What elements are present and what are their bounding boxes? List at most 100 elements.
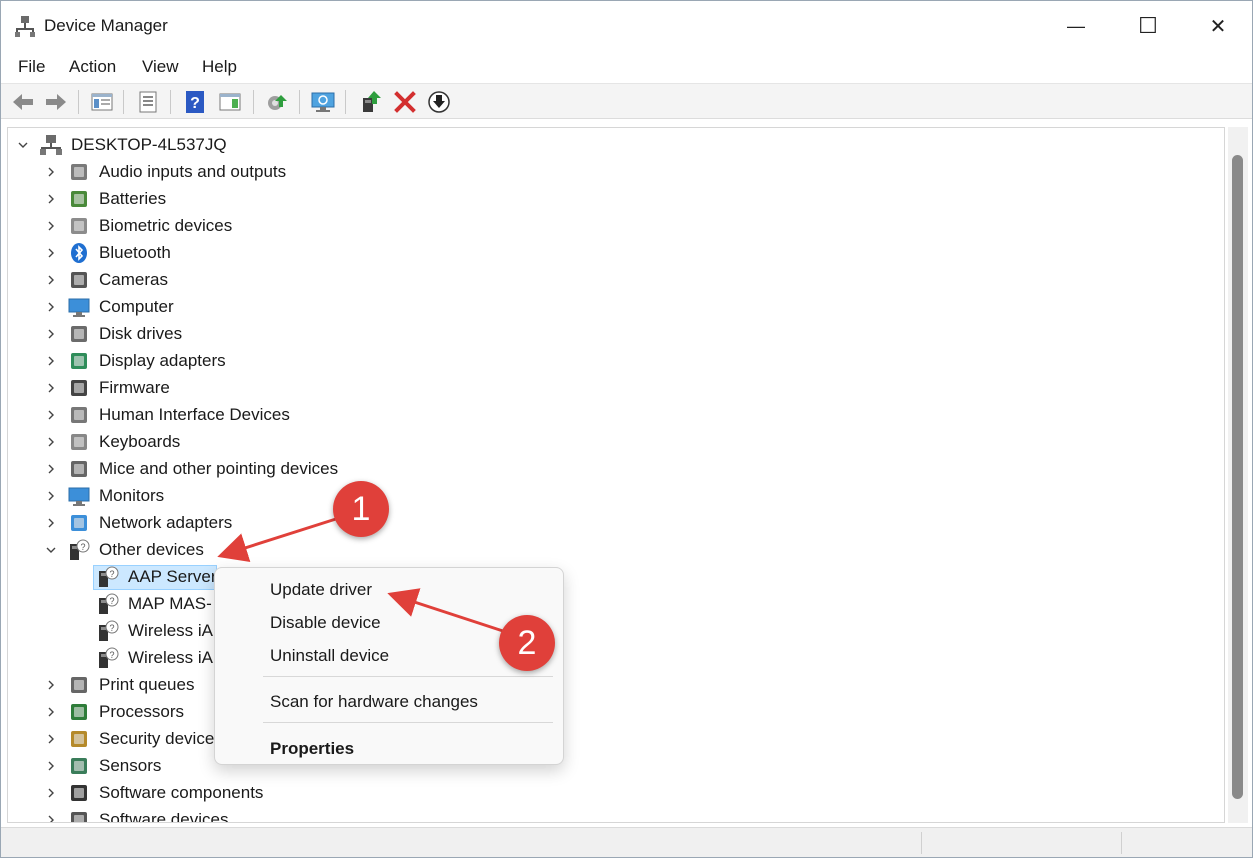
- tree-device[interactable]: ? AAP Server: [8, 564, 1208, 591]
- tree-category[interactable]: Biometric devices: [8, 213, 1208, 240]
- security-device-icon: [68, 728, 90, 750]
- tree-root[interactable]: DESKTOP-4L537JQ: [8, 132, 1208, 159]
- tree-category[interactable]: Batteries: [8, 186, 1208, 213]
- processor-icon: [68, 701, 90, 723]
- tree-category[interactable]: Software components: [8, 780, 1208, 807]
- tree-category[interactable]: Human Interface Devices: [8, 402, 1208, 429]
- disable-device-icon: [428, 91, 450, 113]
- chevron-down-icon[interactable]: [44, 543, 58, 557]
- close-button[interactable]: ✕: [1183, 1, 1253, 51]
- chevron-right-icon[interactable]: [44, 813, 58, 822]
- tree-item-label: MAP MAS-: [128, 594, 212, 613]
- chevron-right-icon[interactable]: [44, 462, 58, 476]
- menu-file[interactable]: File: [18, 57, 45, 77]
- ctx-scan-hardware[interactable]: Scan for hardware changes: [270, 692, 478, 712]
- chevron-right-icon[interactable]: [44, 516, 58, 530]
- maximize-button[interactable]: ☐: [1113, 1, 1183, 51]
- chevron-right-icon[interactable]: [44, 354, 58, 368]
- ctx-separator: [263, 676, 553, 677]
- tree-item-label: Batteries: [99, 189, 167, 208]
- svg-text:?: ?: [109, 596, 114, 606]
- tree-category[interactable]: Security device: [8, 726, 1208, 753]
- chevron-right-icon[interactable]: [44, 381, 58, 395]
- enable-device-icon: [363, 91, 381, 112]
- show-hide-console-tree-icon: [91, 93, 113, 111]
- properties-button[interactable]: [135, 89, 161, 115]
- tree-item-label: Bluetooth: [99, 243, 171, 262]
- ctx-properties[interactable]: Properties: [270, 739, 354, 759]
- show-hide-tree-button[interactable]: [89, 89, 115, 115]
- chevron-right-icon[interactable]: [44, 489, 58, 503]
- device-manager-window: Device Manager — ☐ ✕ File Action View He…: [0, 0, 1253, 858]
- tree-category[interactable]: Display adapters: [8, 348, 1208, 375]
- tree-category[interactable]: ? Other devices: [8, 537, 1208, 564]
- tree-category[interactable]: Bluetooth: [8, 240, 1208, 267]
- tree-category[interactable]: Print queues: [8, 672, 1208, 699]
- chevron-right-icon[interactable]: [44, 273, 58, 287]
- tree-category[interactable]: Mice and other pointing devices: [8, 456, 1208, 483]
- tree-item-label: Monitors: [99, 486, 165, 505]
- tree-item-label: Wireless iA: [128, 621, 214, 640]
- scan-hardware-icon: [311, 92, 335, 112]
- tree-category[interactable]: Sensors: [8, 753, 1208, 780]
- tree-category[interactable]: Cameras: [8, 267, 1208, 294]
- scrollbar-thumb[interactable]: [1232, 155, 1243, 799]
- pc-icon: [40, 134, 62, 156]
- tree-category[interactable]: Audio inputs and outputs: [8, 159, 1208, 186]
- chevron-right-icon[interactable]: [44, 246, 58, 260]
- menu-help[interactable]: Help: [202, 57, 237, 77]
- disable-device-button[interactable]: [426, 89, 452, 115]
- chevron-right-icon[interactable]: [44, 300, 58, 314]
- enable-device-button[interactable]: [358, 89, 384, 115]
- chevron-right-icon[interactable]: [44, 327, 58, 341]
- tree-device[interactable]: ? Wireless iA: [8, 645, 1208, 672]
- chevron-right-icon[interactable]: [44, 408, 58, 422]
- tree-category[interactable]: Keyboards: [8, 429, 1208, 456]
- tree-item-label: Software components: [99, 783, 264, 802]
- ctx-uninstall-device[interactable]: Uninstall device: [270, 646, 389, 666]
- chevron-right-icon[interactable]: [44, 165, 58, 179]
- menu-action[interactable]: Action: [69, 57, 116, 77]
- toolbar: ?: [1, 83, 1252, 119]
- tree-item-label: Network adapters: [99, 513, 233, 532]
- tree-category[interactable]: Processors: [8, 699, 1208, 726]
- scan-hardware-button[interactable]: [310, 89, 336, 115]
- device-tree[interactable]: DESKTOP-4L537JQ Audio inputs and outputs B…: [7, 127, 1225, 823]
- tree-category[interactable]: Computer: [8, 294, 1208, 321]
- unknown-device-icon: ?: [97, 620, 119, 642]
- ctx-disable-device[interactable]: Disable device: [270, 613, 381, 633]
- chevron-right-icon[interactable]: [44, 759, 58, 773]
- help-button[interactable]: ?: [182, 89, 208, 115]
- tree-item-label: Sensors: [99, 756, 162, 775]
- tree-device[interactable]: ? Wireless iA: [8, 618, 1208, 645]
- menu-view[interactable]: View: [142, 57, 179, 77]
- update-driver-button[interactable]: [264, 89, 290, 115]
- tree-category[interactable]: Firmware: [8, 375, 1208, 402]
- chevron-right-icon[interactable]: [44, 678, 58, 692]
- tree-category[interactable]: Monitors: [8, 483, 1208, 510]
- minimize-button[interactable]: —: [1041, 1, 1111, 51]
- vertical-scrollbar[interactable]: [1228, 127, 1248, 823]
- toolbar-separator: [253, 90, 254, 114]
- firmware-icon: [68, 377, 90, 399]
- tree-category[interactable]: Network adapters: [8, 510, 1208, 537]
- back-button[interactable]: [10, 89, 36, 115]
- chevron-right-icon[interactable]: [44, 732, 58, 746]
- chevron-right-icon[interactable]: [44, 192, 58, 206]
- chevron-right-icon[interactable]: [44, 435, 58, 449]
- mouse-icon: [68, 458, 90, 480]
- ctx-update-driver[interactable]: Update driver: [270, 580, 372, 600]
- svg-text:?: ?: [109, 650, 114, 660]
- status-bar: [1, 827, 1252, 857]
- forward-button[interactable]: [43, 89, 69, 115]
- chevron-right-icon[interactable]: [44, 786, 58, 800]
- action-pane-button[interactable]: [217, 89, 243, 115]
- tree-category[interactable]: Software devices: [8, 807, 1208, 822]
- tree-category[interactable]: Disk drives: [8, 321, 1208, 348]
- sensor-icon: [68, 755, 90, 777]
- tree-device[interactable]: ? MAP MAS-: [8, 591, 1208, 618]
- uninstall-device-button[interactable]: [392, 89, 418, 115]
- chevron-down-icon[interactable]: [16, 138, 30, 152]
- chevron-right-icon[interactable]: [44, 705, 58, 719]
- chevron-right-icon[interactable]: [44, 219, 58, 233]
